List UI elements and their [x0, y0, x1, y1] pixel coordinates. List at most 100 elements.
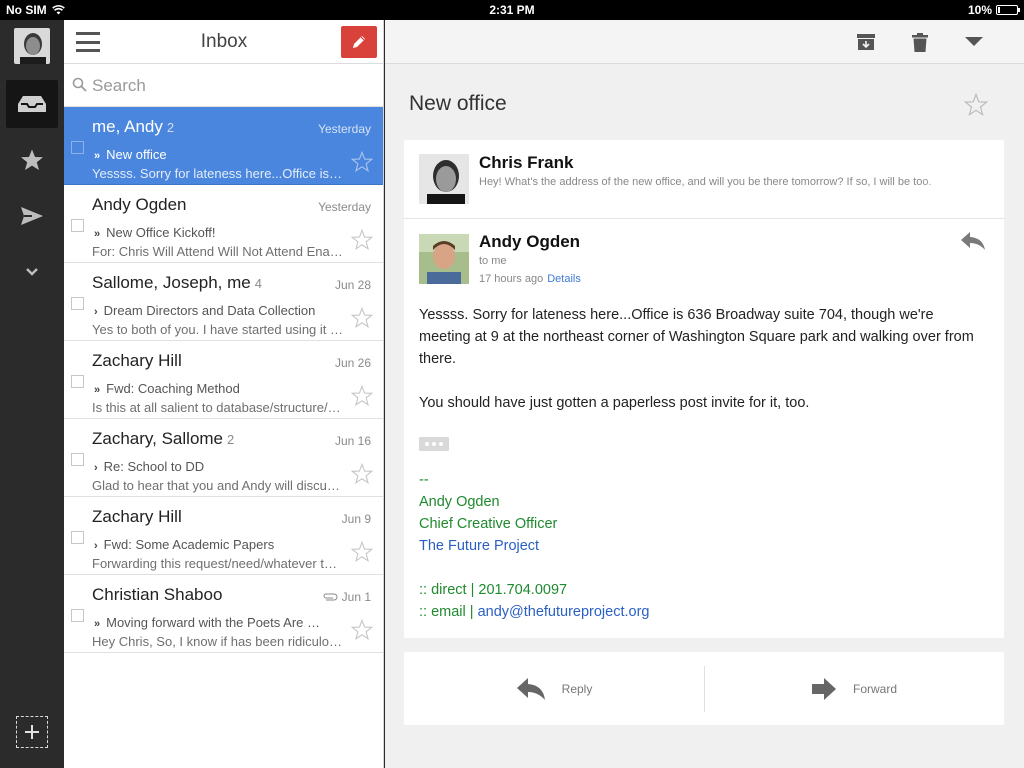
message-recipient: to me	[479, 255, 507, 267]
rail-more[interactable]	[6, 248, 58, 296]
thread-date-text: Yesterday	[318, 122, 371, 136]
thread-date-text: Jun 28	[334, 278, 371, 292]
thread-subject: » New Office Kickoff!	[94, 225, 324, 240]
thread-sender-names: Andy Ogden	[92, 195, 187, 214]
rail-starred[interactable]	[6, 136, 58, 184]
thread-checkbox[interactable]	[71, 375, 84, 388]
thread-checkbox[interactable]	[71, 297, 84, 310]
show-trimmed-content-button[interactable]	[419, 437, 449, 451]
reply-icon	[516, 677, 545, 700]
archive-button[interactable]	[854, 30, 878, 54]
message-timestamp: 17 hours ago	[479, 273, 544, 285]
thread-checkbox[interactable]	[71, 531, 84, 544]
thread-date: Yesterday	[318, 122, 371, 136]
thread-star-button[interactable]	[350, 384, 374, 411]
importance-marker: ›	[94, 306, 98, 318]
thread-star-button[interactable]	[350, 228, 374, 255]
thread-subject: » New office	[94, 147, 324, 162]
more-options-button[interactable]	[962, 30, 986, 54]
importance-marker: »	[94, 150, 101, 162]
battery-icon	[996, 5, 1020, 15]
thread-row[interactable]: me, Andy 2 Yesterday » New office Yessss. Sor…	[64, 107, 383, 185]
clock: 2:31 PM	[489, 3, 535, 17]
thread-checkbox[interactable]	[71, 609, 84, 622]
message-actions: Reply Forward	[404, 652, 1004, 725]
thread-subject: » Fwd: Coaching Method	[94, 381, 324, 396]
signature-dashes: --	[419, 472, 429, 488]
thread-row[interactable]: Andy Ogden Yesterday » New Office Kickoff! F…	[64, 185, 383, 263]
thread-star-button[interactable]	[350, 540, 374, 567]
battery-percent: 10%	[967, 3, 992, 17]
star-outline-icon	[350, 462, 374, 484]
thread-sender: Zachary Hill	[92, 351, 186, 371]
thread-checkbox[interactable]	[71, 219, 84, 232]
reader-toolbar	[385, 20, 1024, 64]
thread-sender-names: Sallome, Joseph, me	[92, 273, 251, 292]
thread-star-button[interactable]	[350, 306, 374, 333]
thread-sender: Zachary Hill	[92, 507, 186, 527]
thread-sender-names: Zachary Hill	[92, 507, 182, 526]
thread-star-button[interactable]	[350, 462, 374, 489]
thread-sender-names: Zachary Hill	[92, 351, 182, 370]
inbox-icon	[18, 96, 46, 112]
thread-date: Jun 28	[335, 278, 371, 292]
thread-sender-names: Christian Shaboo	[92, 585, 223, 604]
conversation-star-button[interactable]	[963, 92, 989, 121]
signature-direct: :: direct | 201.704.0097	[419, 579, 649, 601]
email-link[interactable]: andy@thefutureproject.org	[478, 604, 650, 620]
rail-inbox[interactable]	[6, 80, 58, 128]
triangle-down-icon	[965, 37, 983, 46]
dot-icon	[425, 442, 429, 446]
reply-button[interactable]: Reply	[404, 652, 704, 725]
account-avatar[interactable]	[14, 28, 50, 64]
search-icon	[72, 77, 87, 92]
forward-label: Forward	[852, 681, 897, 696]
reply-label: Reply	[561, 681, 593, 696]
status-bar: No SIM 2:31 PM 10%	[0, 0, 1024, 20]
thread-message-count: 4	[254, 276, 262, 291]
search-input[interactable]	[92, 74, 372, 98]
forward-button[interactable]: Forward	[704, 652, 1004, 725]
thread-date: Jun 1	[322, 590, 371, 604]
thread-row[interactable]: Zachary Hill Jun 26 » Fwd: Coaching Method I…	[64, 341, 383, 419]
signature-name: Andy Ogden	[419, 494, 500, 510]
thread-date-text: Jun 1	[341, 590, 371, 604]
thread-date-text: Jun 26	[334, 356, 371, 370]
thread-row[interactable]: Sallome, Joseph, me 4 Jun 28 › Dream Directo…	[64, 263, 383, 341]
details-link[interactable]: Details	[547, 273, 581, 285]
thread-subject-text: Fwd: Coaching Method	[106, 381, 240, 396]
signature-email: :: email | andy@thefutureproject.org	[419, 601, 649, 623]
thread-sender: me, Andy 2	[92, 117, 174, 137]
star-outline-icon	[350, 540, 374, 562]
thread-star-button[interactable]	[350, 150, 374, 177]
delete-button[interactable]	[908, 30, 932, 54]
thread-checkbox[interactable]	[71, 141, 84, 154]
direct-label: :: direct |	[419, 582, 479, 598]
thread-row[interactable]: Zachary Hill Jun 9 › Fwd: Some Academic Pap…	[64, 497, 383, 575]
signature-org-link[interactable]: The Future Project	[419, 535, 649, 557]
thread-snippet: Yessss. Sorry for lateness here...Office…	[92, 166, 344, 181]
thread-row[interactable]: Christian Shaboo Jun 1 » Moving forward wit…	[64, 575, 383, 653]
dot-icon	[432, 442, 436, 446]
message-sender: Chris Frank	[479, 153, 574, 172]
thread-subject-text: Fwd: Some Academic Papers	[103, 537, 275, 552]
thread-date-text: Yesterday	[318, 200, 371, 214]
dot-icon	[439, 442, 443, 446]
collapsed-message[interactable]: Chris Frank Hey! What's the address of t…	[404, 140, 1004, 219]
quick-reply-button[interactable]	[960, 231, 986, 256]
compose-button[interactable]	[341, 26, 377, 58]
add-account-button[interactable]	[16, 716, 48, 748]
message-time: 17 hours ago Details	[479, 273, 581, 285]
thread-row[interactable]: Zachary, Sallome 2 Jun 16 › Re: School to DD…	[64, 419, 383, 497]
rail-sent[interactable]	[6, 192, 58, 240]
email-label: :: email |	[419, 604, 478, 620]
star-outline-icon	[350, 384, 374, 406]
thread-subject-text: New office	[106, 147, 167, 162]
pencil-icon	[353, 36, 365, 48]
body-paragraph: You should have just gotten a paperless …	[419, 395, 810, 411]
star-outline-icon	[350, 618, 374, 640]
thread-checkbox[interactable]	[71, 453, 84, 466]
sender-avatar	[419, 154, 469, 204]
thread-subject-text: Moving forward with the Poets Are Junkie…	[106, 615, 324, 630]
thread-star-button[interactable]	[350, 618, 374, 645]
